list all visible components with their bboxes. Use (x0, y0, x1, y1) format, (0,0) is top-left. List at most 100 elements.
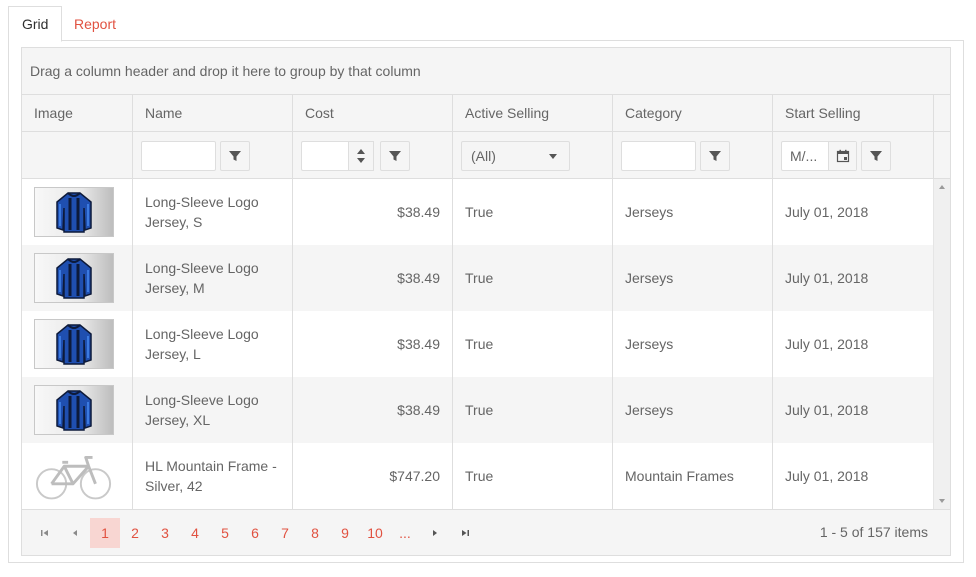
cost-cell: $38.49 (293, 311, 453, 377)
start-selling-cell: July 01, 2018 (785, 270, 869, 286)
header-scrollbar-spacer (933, 95, 950, 131)
dropdown-selected-value: (All) (471, 148, 496, 164)
last-page-button[interactable] (450, 518, 480, 548)
spin-down-icon[interactable] (357, 158, 365, 163)
cost-filter-button[interactable] (380, 141, 410, 171)
next-page-button[interactable] (420, 518, 450, 548)
grid-body: Long-Sleeve Logo Jersey, S $38.49 True J… (22, 179, 950, 509)
start-selling-cell: July 01, 2018 (785, 468, 869, 484)
start-selling-date-input[interactable]: M/... (781, 141, 857, 171)
tab-grid[interactable]: Grid (8, 6, 63, 42)
image-cell (22, 377, 133, 443)
scroll-down-icon[interactable] (939, 499, 945, 503)
name-cell: Long-Sleeve Logo Jersey, L (133, 311, 293, 377)
category-filter-button[interactable] (700, 141, 730, 171)
cost-cell: $38.49 (293, 245, 453, 311)
start-selling-cell: July 01, 2018 (785, 402, 869, 418)
active-selling-cell: True (453, 443, 613, 509)
category-cell: Jerseys (613, 245, 773, 311)
scroll-up-icon[interactable] (939, 185, 945, 189)
seek-last-icon (462, 530, 469, 536)
pager: 1 2 3 4 5 6 7 8 9 10 ... 1 - 5 of 157 it… (22, 509, 950, 555)
category-cell: Jerseys (613, 377, 773, 443)
active-selling-cell: True (453, 311, 613, 377)
name-cell: Long-Sleeve Logo Jersey, S (133, 179, 293, 245)
column-header-cost[interactable]: Cost (293, 95, 453, 131)
filter-cell-cost (293, 132, 453, 178)
page-2-button[interactable]: 2 (120, 518, 150, 548)
jersey-icon (56, 258, 92, 299)
group-panel[interactable]: Drag a column header and drop it here to… (22, 48, 950, 95)
category-cell: Jerseys (613, 179, 773, 245)
page-8-button[interactable]: 8 (300, 518, 330, 548)
cost-cell: $38.49 (293, 377, 453, 443)
column-header-active-selling[interactable]: Active Selling (453, 95, 613, 131)
table-row[interactable]: Long-Sleeve Logo Jersey, L $38.49 True J… (22, 311, 933, 377)
page-4-button[interactable]: 4 (180, 518, 210, 548)
column-header-category[interactable]: Category (613, 95, 773, 131)
calendar-icon (836, 149, 849, 163)
name-cell: Long-Sleeve Logo Jersey, M (133, 245, 293, 311)
page-7-button[interactable]: 7 (270, 518, 300, 548)
filter-row: (All) M/... (22, 132, 950, 179)
name-filter-input[interactable] (141, 141, 216, 171)
chevron-down-icon (549, 154, 557, 159)
cost-filter-input[interactable] (301, 141, 349, 171)
table-row[interactable]: Long-Sleeve Logo Jersey, M $38.49 True J… (22, 245, 933, 311)
filter-cell-active-selling: (All) (453, 132, 613, 178)
cost-cell: $38.49 (293, 179, 453, 245)
filter-scrollbar-spacer (933, 132, 950, 178)
filter-icon (870, 151, 882, 161)
category-cell: Jerseys (613, 311, 773, 377)
filter-cell-category (613, 132, 773, 178)
active-selling-dropdown[interactable]: (All) (461, 141, 570, 171)
prev-page-button[interactable] (60, 518, 90, 548)
tabstrip: Grid Report (8, 6, 964, 42)
filter-cell-name (133, 132, 293, 178)
page-1-button[interactable]: 1 (90, 518, 120, 548)
filter-icon (229, 151, 241, 161)
arrow-prev-icon (73, 530, 77, 536)
filter-cell-image (22, 132, 133, 178)
column-header-row: Image Name Cost Active Selling Category … (22, 95, 950, 132)
page-9-button[interactable]: 9 (330, 518, 360, 548)
column-header-name[interactable]: Name (133, 95, 293, 131)
tab-report[interactable]: Report (60, 6, 130, 42)
start-selling-filter-button[interactable] (861, 141, 891, 171)
active-selling-cell: True (453, 245, 613, 311)
date-placeholder: M/... (790, 148, 818, 164)
vertical-scrollbar[interactable] (933, 179, 950, 509)
table-row[interactable]: Long-Sleeve Logo Jersey, XL $38.49 True … (22, 377, 933, 443)
jersey-icon (56, 324, 92, 365)
page-6-button[interactable]: 6 (240, 518, 270, 548)
image-cell (22, 311, 133, 377)
table-row[interactable]: Long-Sleeve Logo Jersey, S $38.49 True J… (22, 179, 933, 245)
jersey-image (34, 319, 114, 369)
calendar-button[interactable] (828, 142, 856, 170)
more-pages-button[interactable]: ... (390, 518, 420, 548)
page-3-button[interactable]: 3 (150, 518, 180, 548)
bike-frame-icon (35, 456, 112, 500)
page-10-button[interactable]: 10 (360, 518, 390, 548)
category-cell: Mountain Frames (613, 443, 773, 509)
image-cell (22, 179, 133, 245)
table-row[interactable]: HL Mountain Frame - Silver, 42 $747.20 T… (22, 443, 933, 509)
name-cell: HL Mountain Frame - Silver, 42 (133, 443, 293, 509)
first-page-button[interactable] (30, 518, 60, 548)
category-filter-input[interactable] (621, 141, 696, 171)
spin-up-icon[interactable] (357, 149, 365, 154)
filter-icon (389, 151, 401, 161)
jersey-icon (56, 390, 92, 431)
page-5-button[interactable]: 5 (210, 518, 240, 548)
start-selling-cell: July 01, 2018 (785, 204, 869, 220)
name-filter-button[interactable] (220, 141, 250, 171)
active-selling-cell: True (453, 179, 613, 245)
jersey-image (34, 385, 114, 435)
cost-spinner[interactable] (348, 141, 374, 171)
arrow-next-icon (433, 530, 437, 536)
column-header-image[interactable]: Image (22, 95, 133, 131)
scrollbar-track[interactable] (934, 194, 950, 494)
column-header-start-selling[interactable]: Start Selling (773, 95, 933, 131)
pager-info: 1 - 5 of 157 items (819, 524, 928, 540)
name-cell: Long-Sleeve Logo Jersey, XL (133, 377, 293, 443)
